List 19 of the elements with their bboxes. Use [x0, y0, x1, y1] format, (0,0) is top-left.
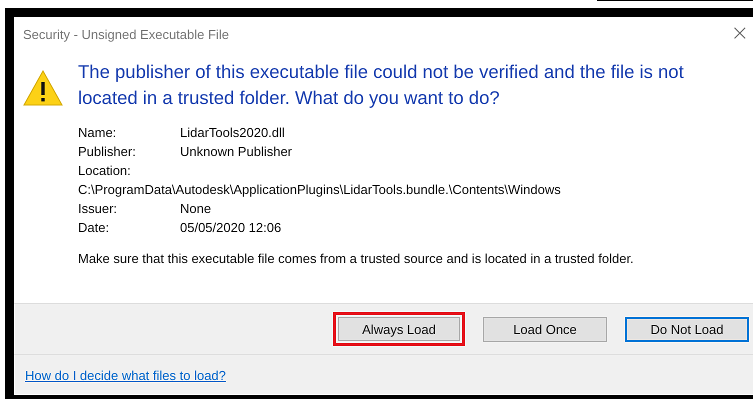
warning-message: The publisher of this executable file could not be verified and the file is not located in a trusted folder. What do you want to do?: [78, 60, 685, 110]
detail-value: None: [180, 200, 212, 218]
warning-icon: [23, 70, 63, 106]
detail-value: Unknown Publisher: [180, 143, 292, 161]
detail-value: C:\ProgramData\Autodesk\ApplicationPlugins\LidarTools.bundle.\Contents\Windows: [78, 181, 561, 199]
detail-label: Date:: [78, 219, 110, 237]
detail-value: 05/05/2020 12:06: [180, 219, 282, 237]
dialog-button[interactable]: Load Once: [483, 316, 607, 342]
detail-value: LidarTools2020.dll: [180, 124, 285, 142]
dialog-button[interactable]: Do Not Load: [625, 316, 749, 342]
window-title: Security - Unsigned Executable File: [23, 26, 229, 42]
close-button[interactable]: ×: [726, 23, 753, 45]
dialog-button[interactable]: Always Load: [333, 312, 465, 346]
detail-label: Publisher:: [78, 143, 137, 161]
detail-label: Name:: [78, 124, 118, 142]
detail-label: Issuer:: [78, 200, 118, 218]
detail-label: Location:: [78, 162, 132, 180]
help-link[interactable]: How do I decide what files to load?: [25, 368, 226, 382]
advice-text: Make sure that this executable file comes from a trusted source and is located in a trusted folder.: [78, 251, 635, 266]
